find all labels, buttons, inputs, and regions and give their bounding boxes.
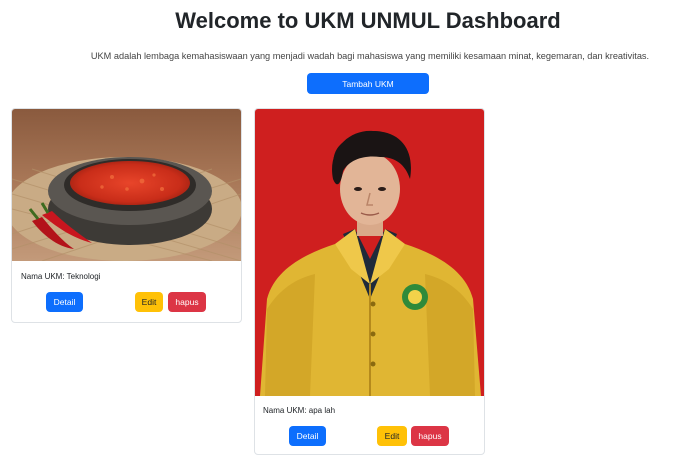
edit-button[interactable]: Edit — [377, 426, 407, 446]
ukm-name-label: Nama UKM: apa lah — [263, 406, 336, 415]
detail-button[interactable]: Detail — [289, 426, 326, 446]
delete-button[interactable]: hapus — [411, 426, 449, 446]
detail-button[interactable]: Detail — [46, 292, 83, 312]
edit-button[interactable]: Edit — [135, 292, 163, 312]
ukm-card: Nama UKM: Teknologi Detail Edit hapus — [11, 108, 242, 323]
ukm-name-label: Nama UKM: Teknologi — [21, 272, 101, 281]
add-ukm-button[interactable]: Tambah UKM — [307, 73, 429, 94]
student-portrait-photo — [255, 109, 484, 396]
page-title: Welcome to UKM UNMUL Dashboard — [175, 8, 561, 33]
page-description: UKM adalah lembaga kemahasiswaan yang me… — [90, 51, 650, 61]
ukm-card: Nama UKM: apa lah Detail Edit hapus — [254, 108, 485, 455]
delete-button[interactable]: hapus — [168, 292, 206, 312]
sambal-bowl-photo — [12, 109, 241, 261]
